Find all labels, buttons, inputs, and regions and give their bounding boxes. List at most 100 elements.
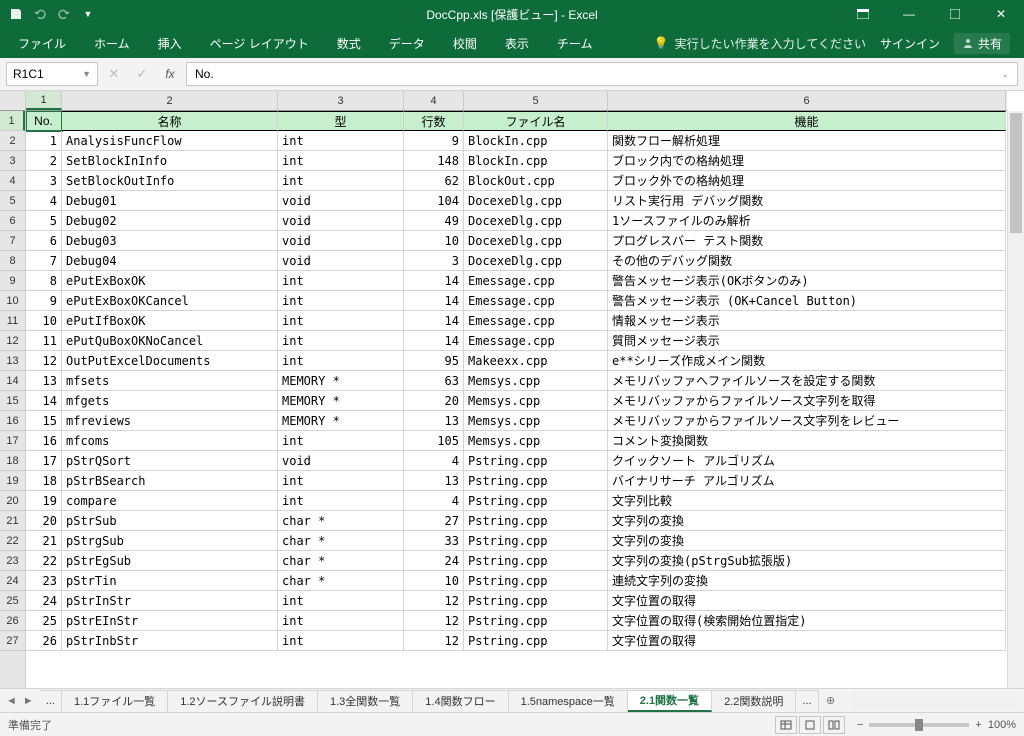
cell[interactable]: DocexeDlg.cpp <box>464 231 608 251</box>
cell[interactable]: int <box>278 311 404 331</box>
cell[interactable]: mfcoms <box>62 431 278 451</box>
header-cell[interactable]: 型 <box>278 111 404 131</box>
cell[interactable]: リスト実行用 デバッグ関数 <box>608 191 1006 211</box>
cell[interactable]: Debug03 <box>62 231 278 251</box>
row-header[interactable]: 21 <box>0 511 25 531</box>
horizontal-scrollbar[interactable] <box>851 693 1016 709</box>
sheet-tab[interactable]: 1.2ソースファイル説明書 <box>168 690 318 712</box>
tab-insert[interactable]: 挿入 <box>144 28 196 58</box>
vertical-scrollbar[interactable] <box>1007 111 1024 688</box>
row-header[interactable]: 13 <box>0 351 25 371</box>
cell[interactable]: Pstring.cpp <box>464 591 608 611</box>
cell[interactable]: コメント変換関数 <box>608 431 1006 451</box>
cell[interactable]: 24 <box>26 591 62 611</box>
cell[interactable]: 3 <box>26 171 62 191</box>
cell[interactable]: e**シリーズ作成メイン関数 <box>608 351 1006 371</box>
col-header[interactable]: 3 <box>278 91 404 110</box>
sheet-tab-more[interactable]: ... <box>796 690 818 712</box>
cell[interactable]: 95 <box>404 351 464 371</box>
row-header[interactable]: 19 <box>0 471 25 491</box>
cell[interactable]: void <box>278 191 404 211</box>
col-header[interactable]: 6 <box>608 91 1006 110</box>
cell[interactable]: 19 <box>26 491 62 511</box>
tab-data[interactable]: データ <box>375 28 439 58</box>
cell[interactable]: 7 <box>26 251 62 271</box>
cell[interactable]: pStrgSub <box>62 531 278 551</box>
scrollbar-thumb[interactable] <box>1010 113 1022 233</box>
cell[interactable]: 13 <box>404 411 464 431</box>
cell[interactable]: int <box>278 591 404 611</box>
cell[interactable]: void <box>278 451 404 471</box>
zoom-value[interactable]: 100% <box>988 719 1016 731</box>
row-header[interactable]: 17 <box>0 431 25 451</box>
cell[interactable]: その他のデバッグ関数 <box>608 251 1006 271</box>
tab-nav[interactable]: ◄ ► <box>0 695 40 707</box>
cell[interactable]: char * <box>278 551 404 571</box>
cell[interactable]: char * <box>278 511 404 531</box>
row-header[interactable]: 7 <box>0 231 25 251</box>
cell[interactable]: DocexeDlg.cpp <box>464 251 608 271</box>
view-page-layout-icon[interactable] <box>799 716 821 734</box>
cell[interactable]: Emessage.cpp <box>464 331 608 351</box>
cell[interactable]: SetBlockOutInfo <box>62 171 278 191</box>
cell[interactable]: int <box>278 331 404 351</box>
cell[interactable]: pStrBSearch <box>62 471 278 491</box>
cell[interactable]: ブロック外での格納処理 <box>608 171 1006 191</box>
row-header[interactable]: 5 <box>0 191 25 211</box>
cell[interactable]: 文字列の変換 <box>608 531 1006 551</box>
cell[interactable]: void <box>278 251 404 271</box>
cell[interactable]: 105 <box>404 431 464 451</box>
qat-customize-icon[interactable]: ▼ <box>80 6 96 22</box>
cell[interactable]: 13 <box>26 371 62 391</box>
row-header[interactable]: 25 <box>0 591 25 611</box>
minimize-icon[interactable]: — <box>886 0 932 28</box>
col-header[interactable]: 5 <box>464 91 608 110</box>
cell[interactable]: 質問メッセージ表示 <box>608 331 1006 351</box>
cell[interactable]: 文字列の変換 <box>608 511 1006 531</box>
cell[interactable]: 1 <box>26 131 62 151</box>
sheet-tab[interactable]: 1.4関数フロー <box>413 690 508 712</box>
sheet-tab[interactable]: 1.5namespace一覧 <box>509 690 628 712</box>
cell[interactable]: 4 <box>26 191 62 211</box>
cell[interactable]: 24 <box>404 551 464 571</box>
cell[interactable]: 連続文字列の変換 <box>608 571 1006 591</box>
cell[interactable]: Debug01 <box>62 191 278 211</box>
tab-formulas[interactable]: 数式 <box>323 28 375 58</box>
cell[interactable]: 4 <box>404 491 464 511</box>
cell[interactable]: 3 <box>404 251 464 271</box>
cell[interactable]: BlockIn.cpp <box>464 151 608 171</box>
cell[interactable]: mfsets <box>62 371 278 391</box>
cell[interactable]: 4 <box>404 451 464 471</box>
cell[interactable]: int <box>278 271 404 291</box>
cell[interactable]: 22 <box>26 551 62 571</box>
row-header[interactable]: 15 <box>0 391 25 411</box>
cell[interactable]: 13 <box>404 471 464 491</box>
cell[interactable]: 49 <box>404 211 464 231</box>
col-header[interactable]: 4 <box>404 91 464 110</box>
cell[interactable]: 15 <box>26 411 62 431</box>
row-header[interactable]: 24 <box>0 571 25 591</box>
cell[interactable]: Memsys.cpp <box>464 431 608 451</box>
cell[interactable]: メモリバッファへファイルソースを設定する関数 <box>608 371 1006 391</box>
cell[interactable]: ePutExBoxOKCancel <box>62 291 278 311</box>
enter-formula-icon[interactable]: ✓ <box>130 62 154 86</box>
grid[interactable]: No.名称型行数ファイル名機能1AnalysisFuncFlowint9Bloc… <box>26 111 1007 688</box>
cell[interactable]: 警告メッセージ表示 (OK+Cancel Button) <box>608 291 1006 311</box>
cell[interactable]: Pstring.cpp <box>464 551 608 571</box>
cell[interactable]: pStrInStr <box>62 591 278 611</box>
view-page-break-icon[interactable] <box>823 716 845 734</box>
sheet-tab[interactable]: 1.3全関数一覧 <box>318 690 413 712</box>
cell[interactable]: Pstring.cpp <box>464 511 608 531</box>
cell[interactable]: pStrEInStr <box>62 611 278 631</box>
cell[interactable]: 関数フロー解析処理 <box>608 131 1006 151</box>
cell[interactable]: 文字位置の取得(検索開始位置指定) <box>608 611 1006 631</box>
row-header[interactable]: 9 <box>0 271 25 291</box>
cell[interactable]: 8 <box>26 271 62 291</box>
sheet-tab[interactable]: 1.1ファイル一覧 <box>62 690 168 712</box>
cell[interactable]: 情報メッセージ表示 <box>608 311 1006 331</box>
tab-review[interactable]: 校閲 <box>439 28 491 58</box>
cell[interactable]: メモリバッファからファイルソース文字列をレビュー <box>608 411 1006 431</box>
share-button[interactable]: 共有 <box>954 33 1010 54</box>
header-cell[interactable]: 名称 <box>62 111 278 131</box>
cell[interactable]: pStrInbStr <box>62 631 278 651</box>
